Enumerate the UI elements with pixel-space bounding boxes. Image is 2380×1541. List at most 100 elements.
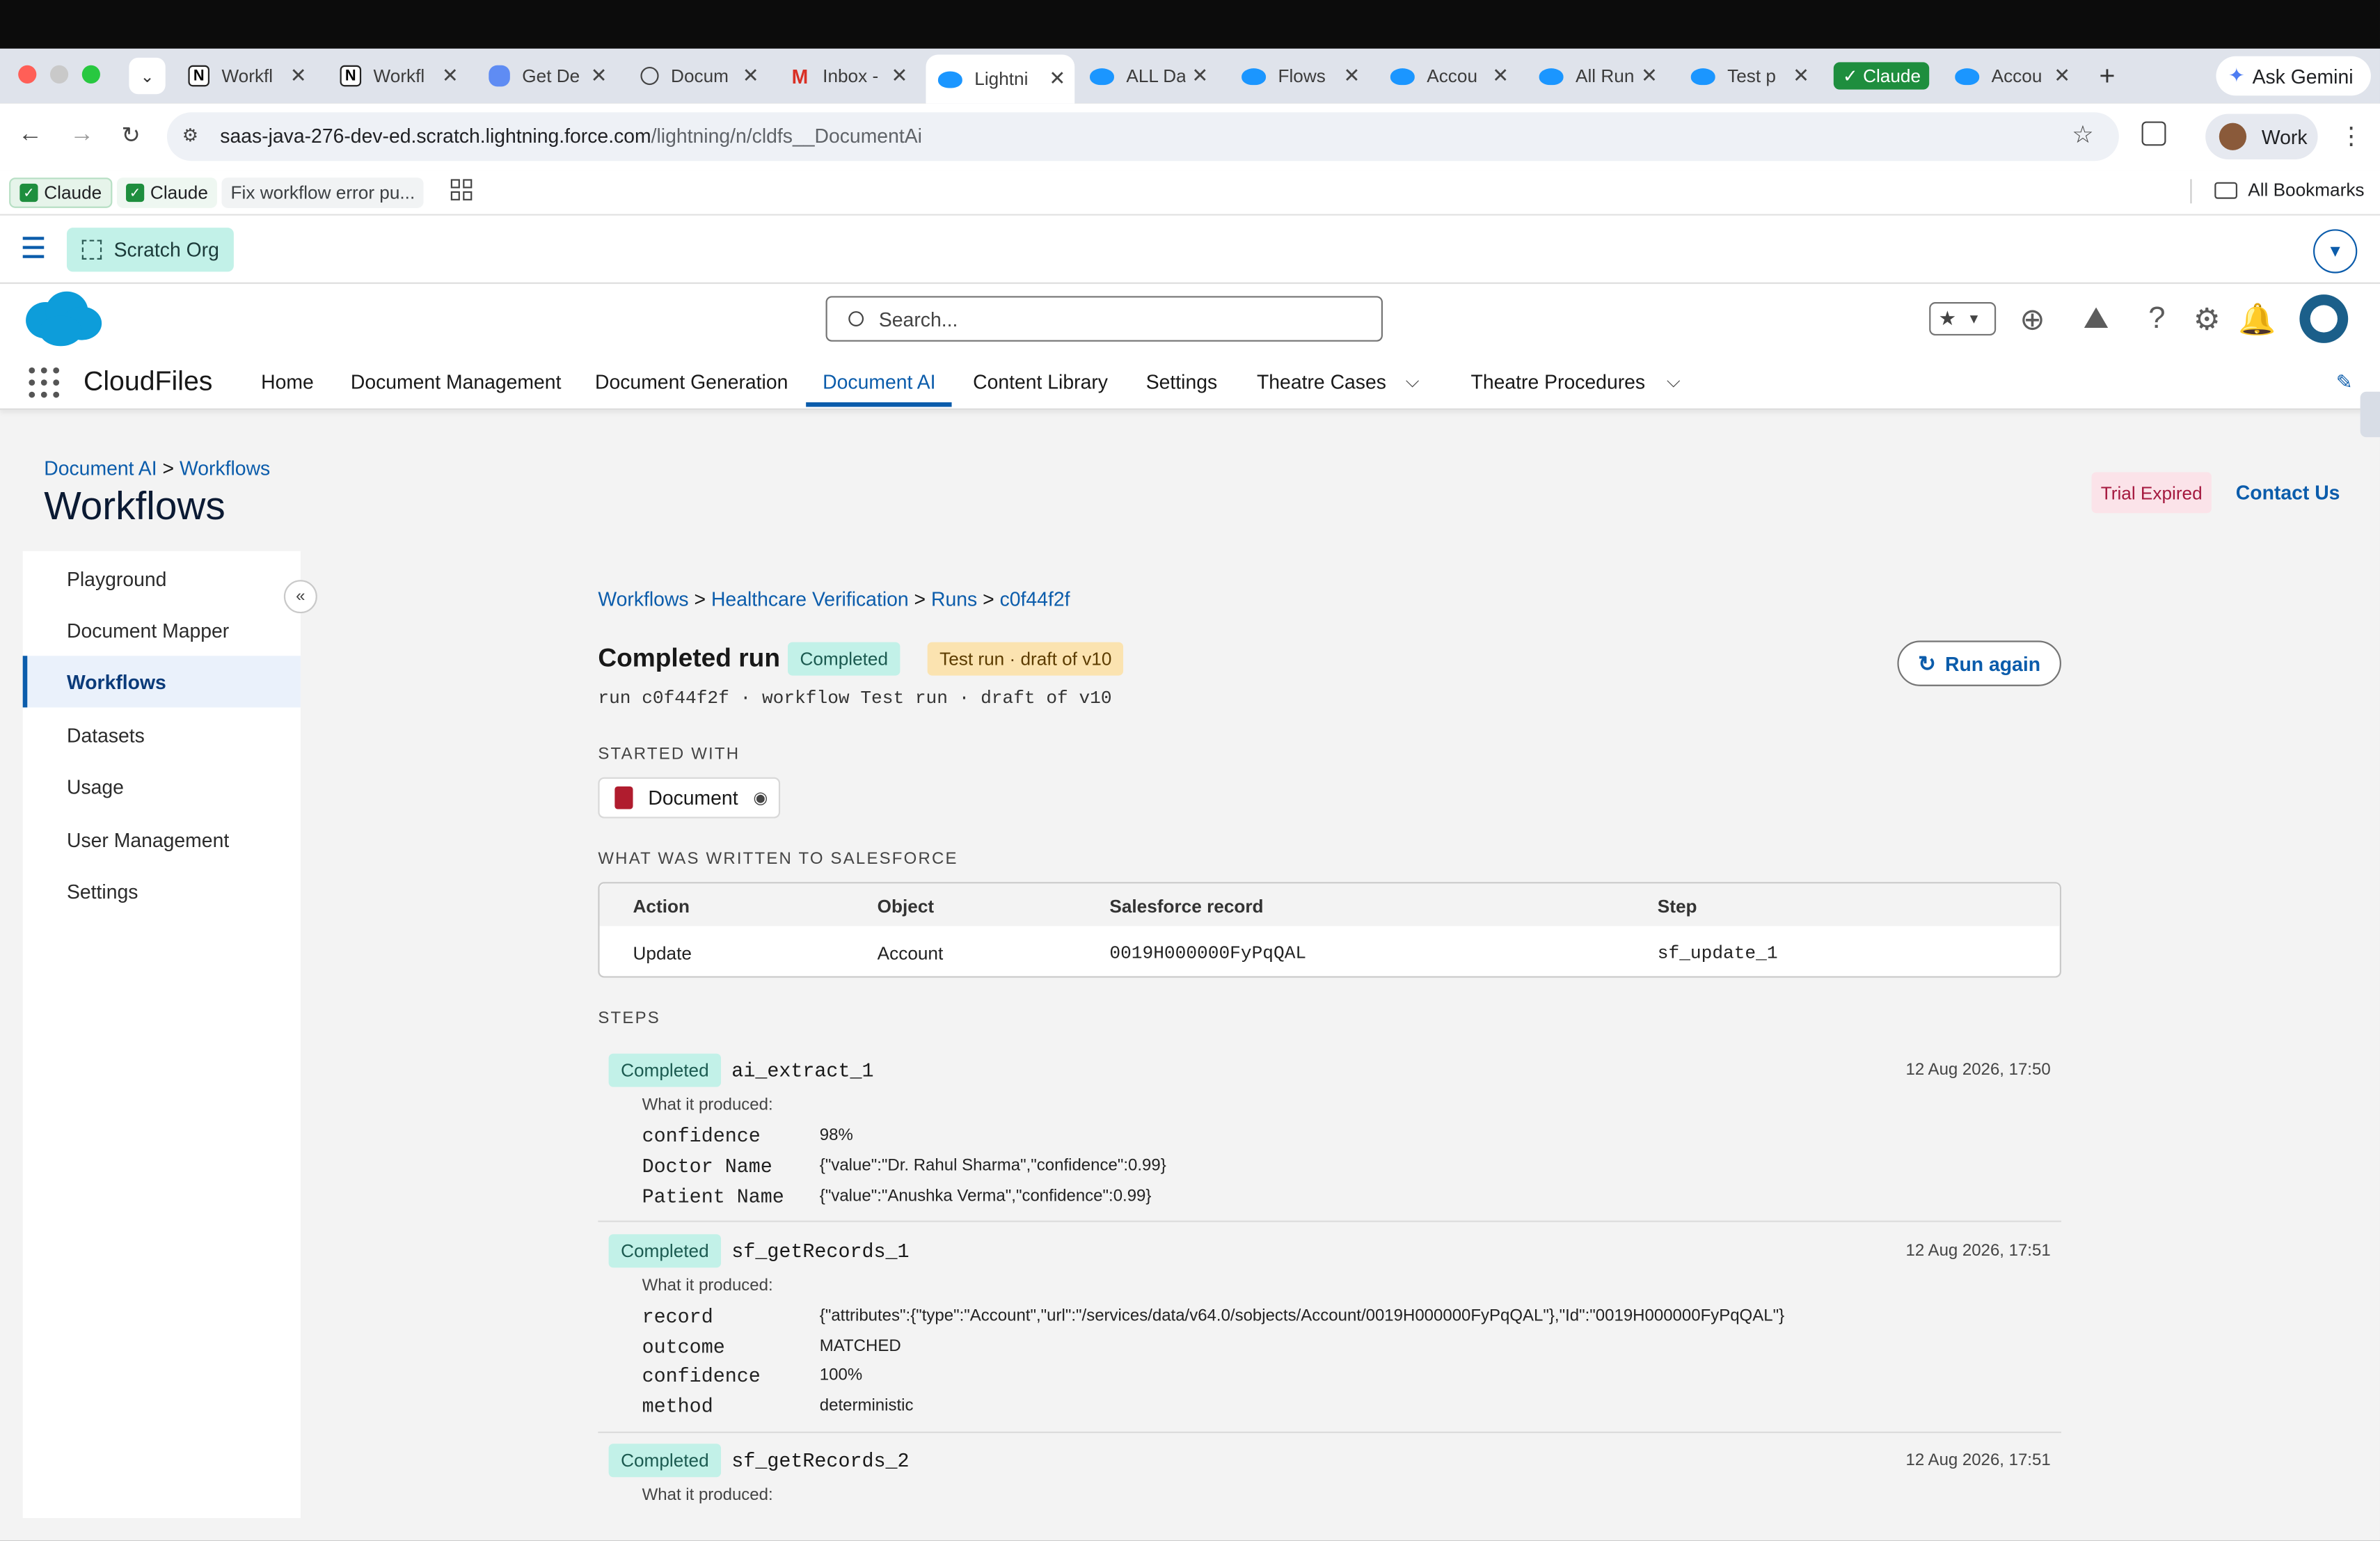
- theatre-procedures-chevron-icon[interactable]: ⌵: [1667, 370, 1681, 393]
- sidebar-item-settings[interactable]: Settings: [23, 865, 301, 917]
- step-name: sf_getRecords_2: [731, 1449, 910, 1473]
- browser-tab[interactable]: N Workfl ✕: [328, 56, 468, 96]
- nav-theatre-procedures[interactable]: Theatre Procedures: [1471, 370, 1646, 393]
- nav-document-ai[interactable]: Document AI: [823, 370, 935, 393]
- global-actions-icon[interactable]: ⊕: [2016, 302, 2049, 336]
- table-header-action: Action: [633, 895, 690, 917]
- nav-content-library[interactable]: Content Library: [973, 370, 1108, 393]
- org-dropdown-icon[interactable]: ▼: [2313, 229, 2358, 274]
- document-chip[interactable]: Document ◉: [598, 777, 781, 819]
- salesforce-icon: [937, 70, 962, 88]
- apps-grid-icon[interactable]: [450, 179, 473, 200]
- browser-tab[interactable]: Lightni ✕: [926, 54, 1075, 104]
- tab-group-label[interactable]: ✓ Claude: [1833, 62, 1930, 90]
- sidebar-item-workflows[interactable]: Workflows: [22, 656, 301, 708]
- hamburger-menu-icon[interactable]: [22, 237, 45, 258]
- nav-document-management[interactable]: Document Management: [351, 370, 562, 393]
- browser-tab[interactable]: Accou ✕: [1378, 56, 1518, 96]
- bookmark-claude-2[interactable]: ✓ Claude: [116, 177, 217, 208]
- favorites-button[interactable]: ★ ▼: [1929, 302, 1997, 336]
- all-bookmarks-button[interactable]: All Bookmarks: [2214, 179, 2365, 200]
- bookmark-claude-1[interactable]: ✓ Claude: [9, 177, 113, 208]
- crumb-runs[interactable]: Runs: [931, 587, 977, 610]
- close-tab-icon[interactable]: ✕: [1343, 64, 1360, 88]
- sidebar-item-usage[interactable]: Usage: [23, 761, 301, 812]
- bookmark-fix-workflow[interactable]: Fix workflow error pu...: [221, 177, 425, 208]
- extensions-icon[interactable]: [2141, 121, 2166, 146]
- bookmark-star-icon[interactable]: ☆: [2072, 120, 2093, 150]
- browser-tab[interactable]: All Run ✕: [1527, 56, 1667, 96]
- close-tab-icon[interactable]: ✕: [1641, 64, 1658, 88]
- breadcrumb-document-ai[interactable]: Document AI: [44, 457, 157, 480]
- close-tab-icon[interactable]: ✕: [1191, 64, 1208, 88]
- close-tab-icon[interactable]: ✕: [1492, 64, 1509, 88]
- notifications-bell-icon[interactable]: 🔔: [2238, 302, 2276, 336]
- app-launcher-icon[interactable]: [29, 367, 60, 398]
- browser-menu-icon[interactable]: ⋮: [2339, 121, 2363, 152]
- breadcrumb-separator: >: [162, 457, 175, 480]
- side-panel-handle[interactable]: [2360, 391, 2380, 438]
- crumb-healthcare-verification[interactable]: Healthcare Verification: [711, 587, 909, 610]
- close-tab-icon[interactable]: ✕: [290, 64, 307, 88]
- browser-tab[interactable]: Flows ✕: [1230, 56, 1370, 96]
- browser-tab[interactable]: M Inbox - ✕: [777, 56, 917, 96]
- sidebar-item-user-management[interactable]: User Management: [23, 814, 301, 865]
- crumb-run-id[interactable]: c0f44f2f: [1000, 587, 1070, 610]
- browser-tab[interactable]: Test p ✕: [1679, 56, 1818, 96]
- eye-icon[interactable]: ◉: [753, 788, 768, 807]
- close-tab-icon[interactable]: ✕: [891, 64, 908, 88]
- checkmark-icon: ✓: [126, 183, 145, 203]
- trailhead-icon[interactable]: ⛰: [2079, 301, 2113, 335]
- minimize-window-button[interactable]: [49, 65, 69, 84]
- help-icon[interactable]: ?: [2140, 301, 2173, 335]
- sidebar-item-playground[interactable]: Playground: [23, 553, 301, 604]
- close-tab-icon[interactable]: ✕: [591, 64, 608, 88]
- nav-home[interactable]: Home: [261, 370, 314, 393]
- contact-us-link[interactable]: Contact Us: [2236, 481, 2340, 504]
- theatre-cases-chevron-icon[interactable]: ⌵: [1406, 370, 1420, 393]
- close-tab-icon[interactable]: ✕: [1793, 64, 1809, 88]
- close-tab-icon[interactable]: ✕: [1049, 67, 1065, 91]
- tab-title: Inbox -: [823, 65, 879, 87]
- scratch-org-badge[interactable]: Scratch Org: [66, 228, 234, 272]
- close-tab-icon[interactable]: ✕: [2054, 64, 2070, 88]
- collapse-sidebar-icon[interactable]: «: [283, 580, 317, 614]
- nav-theatre-cases[interactable]: Theatre Cases: [1257, 370, 1386, 393]
- salesforce-icon: [1090, 68, 1114, 85]
- run-heading: Completed run: [598, 643, 780, 673]
- nav-document-generation[interactable]: Document Generation: [595, 370, 788, 393]
- close-window-button[interactable]: [18, 65, 37, 84]
- browser-tab[interactable]: Get De ✕: [477, 56, 617, 96]
- browser-tab[interactable]: Accou ✕: [1943, 56, 2079, 96]
- browser-tab[interactable]: Docum ✕: [628, 56, 768, 96]
- sidebar-item-datasets[interactable]: Datasets: [23, 709, 301, 761]
- close-tab-icon[interactable]: ✕: [442, 64, 459, 88]
- nav-settings[interactable]: Settings: [1146, 370, 1217, 393]
- browser-tab[interactable]: N Workfl ✕: [176, 56, 316, 96]
- browser-tab[interactable]: ALL Da ✕: [1078, 56, 1218, 96]
- edit-nav-pencil-icon[interactable]: ✎: [2336, 370, 2353, 395]
- tab-search-icon[interactable]: ⌄: [129, 57, 166, 95]
- new-tab-icon[interactable]: +: [2099, 61, 2115, 93]
- back-icon[interactable]: ←: [18, 121, 42, 148]
- table-cell-object: Account: [877, 942, 944, 965]
- reload-icon[interactable]: ↻: [121, 121, 140, 149]
- maximize-window-button[interactable]: [81, 65, 100, 84]
- browser-tab[interactable]: ✓ Claude: [1833, 56, 1931, 96]
- sidebar-item-document-mapper[interactable]: Document Mapper: [23, 604, 301, 656]
- close-tab-icon[interactable]: ✕: [743, 64, 759, 88]
- forward-icon[interactable]: →: [70, 121, 94, 148]
- run-again-button[interactable]: ↻ Run again: [1897, 640, 2061, 686]
- profile-button[interactable]: Work: [2205, 113, 2318, 160]
- setup-gear-icon[interactable]: ⚙: [2190, 302, 2223, 336]
- site-info-icon[interactable]: ⚙: [182, 125, 198, 146]
- run-breadcrumb: Workflows > Healthcare Verification > Ru…: [598, 587, 1070, 610]
- produced-label: What it produced:: [642, 1096, 773, 1114]
- crumb-workflows[interactable]: Workflows: [598, 587, 688, 610]
- tab-title: Lightni: [974, 68, 1029, 90]
- ask-gemini-button[interactable]: ✦ Ask Gemini: [2216, 56, 2371, 96]
- user-avatar[interactable]: [2299, 294, 2349, 343]
- breadcrumb-workflows[interactable]: Workflows: [180, 457, 270, 480]
- run-status-badge: Completed: [788, 642, 901, 676]
- global-search-input[interactable]: Search...: [825, 296, 1383, 342]
